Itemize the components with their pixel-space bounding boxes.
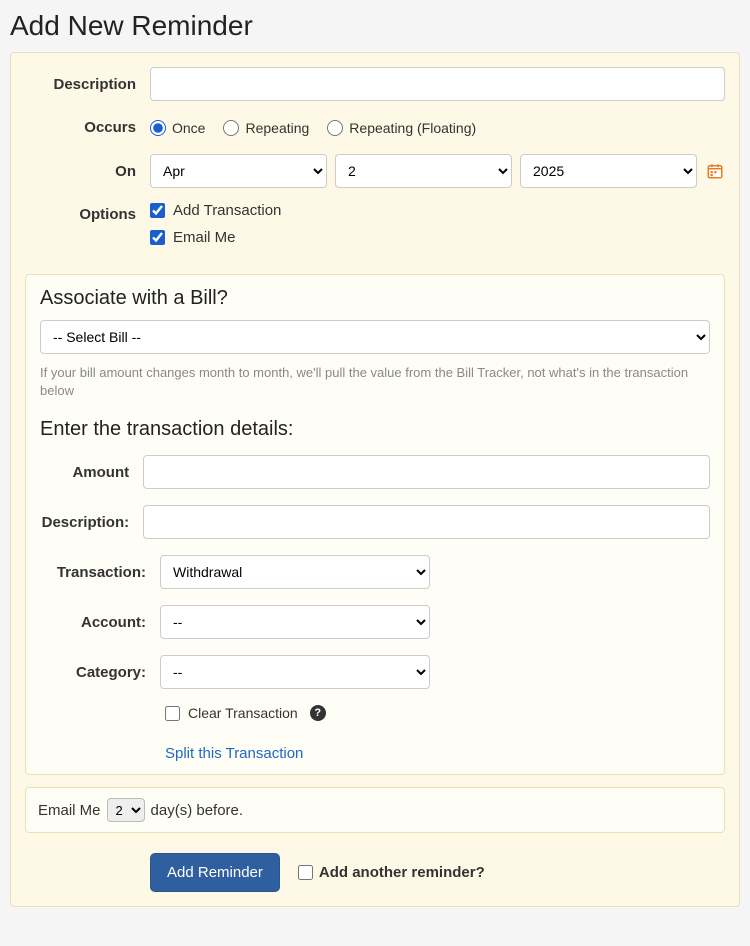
add-another-label: Add another reminder? — [319, 864, 485, 881]
email-me-suffix: day(s) before. — [151, 802, 244, 819]
occurs-repeating-option[interactable]: Repeating — [223, 120, 309, 136]
account-select[interactable]: -- — [160, 605, 430, 639]
email-days-select[interactable]: 2 — [107, 798, 145, 822]
option-email-me[interactable]: Email Me — [150, 229, 725, 246]
occurs-once-label: Once — [172, 120, 205, 136]
tx-description-input[interactable] — [143, 505, 710, 539]
associate-bill-title: Associate with a Bill? — [40, 287, 710, 310]
label-description: Description — [25, 76, 150, 93]
help-icon[interactable]: ? — [310, 705, 326, 721]
amount-label: Amount — [40, 464, 143, 481]
bill-hint: If your bill amount changes month to mon… — [40, 364, 710, 400]
clear-transaction-option[interactable]: Clear Transaction ? — [165, 705, 710, 721]
associate-bill-panel: Associate with a Bill? -- Select Bill --… — [25, 274, 725, 775]
clear-transaction-label: Clear Transaction — [188, 705, 298, 721]
transaction-type-label: Transaction: — [40, 564, 160, 581]
transaction-type-select[interactable]: Withdrawal — [160, 555, 430, 589]
add-reminder-button[interactable]: Add Reminder — [150, 853, 280, 892]
occurs-repeating-label: Repeating — [245, 120, 309, 136]
category-label: Category: — [40, 664, 160, 681]
amount-input[interactable] — [143, 455, 710, 489]
occurs-repeating-floating-label: Repeating (Floating) — [349, 120, 476, 136]
year-select[interactable]: 2025 — [520, 154, 697, 188]
bill-select[interactable]: -- Select Bill -- — [40, 320, 710, 354]
tx-description-label: Description: — [40, 514, 143, 531]
account-label: Account: — [40, 614, 160, 631]
label-options: Options — [25, 206, 150, 223]
occurs-once-radio[interactable] — [150, 120, 166, 136]
add-transaction-label: Add Transaction — [173, 202, 281, 219]
reminder-form-panel: Description Occurs Once Repeating Repeat — [10, 52, 740, 907]
email-me-checkbox[interactable] — [150, 230, 165, 245]
page-title: Add New Reminder — [10, 10, 740, 42]
occurs-repeating-radio[interactable] — [223, 120, 239, 136]
option-add-transaction[interactable]: Add Transaction — [150, 202, 725, 219]
email-me-prefix: Email Me — [38, 802, 101, 819]
add-another-option[interactable]: Add another reminder? — [298, 864, 485, 881]
category-select[interactable]: -- — [160, 655, 430, 689]
label-occurs: Occurs — [25, 119, 150, 136]
calendar-icon[interactable] — [705, 161, 725, 181]
label-on: On — [25, 163, 150, 180]
split-transaction-link[interactable]: Split this Transaction — [165, 745, 303, 762]
occurs-repeating-floating-option[interactable]: Repeating (Floating) — [327, 120, 476, 136]
month-select[interactable]: Apr — [150, 154, 327, 188]
description-input[interactable] — [150, 67, 725, 101]
transaction-section-title: Enter the transaction details: — [40, 418, 710, 441]
add-another-checkbox[interactable] — [298, 865, 313, 880]
day-select[interactable]: 2 — [335, 154, 512, 188]
email-me-panel: Email Me 2 day(s) before. — [25, 787, 725, 833]
clear-transaction-checkbox[interactable] — [165, 706, 180, 721]
add-transaction-checkbox[interactable] — [150, 203, 165, 218]
occurs-once-option[interactable]: Once — [150, 120, 205, 136]
occurs-repeating-floating-radio[interactable] — [327, 120, 343, 136]
email-me-label: Email Me — [173, 229, 236, 246]
